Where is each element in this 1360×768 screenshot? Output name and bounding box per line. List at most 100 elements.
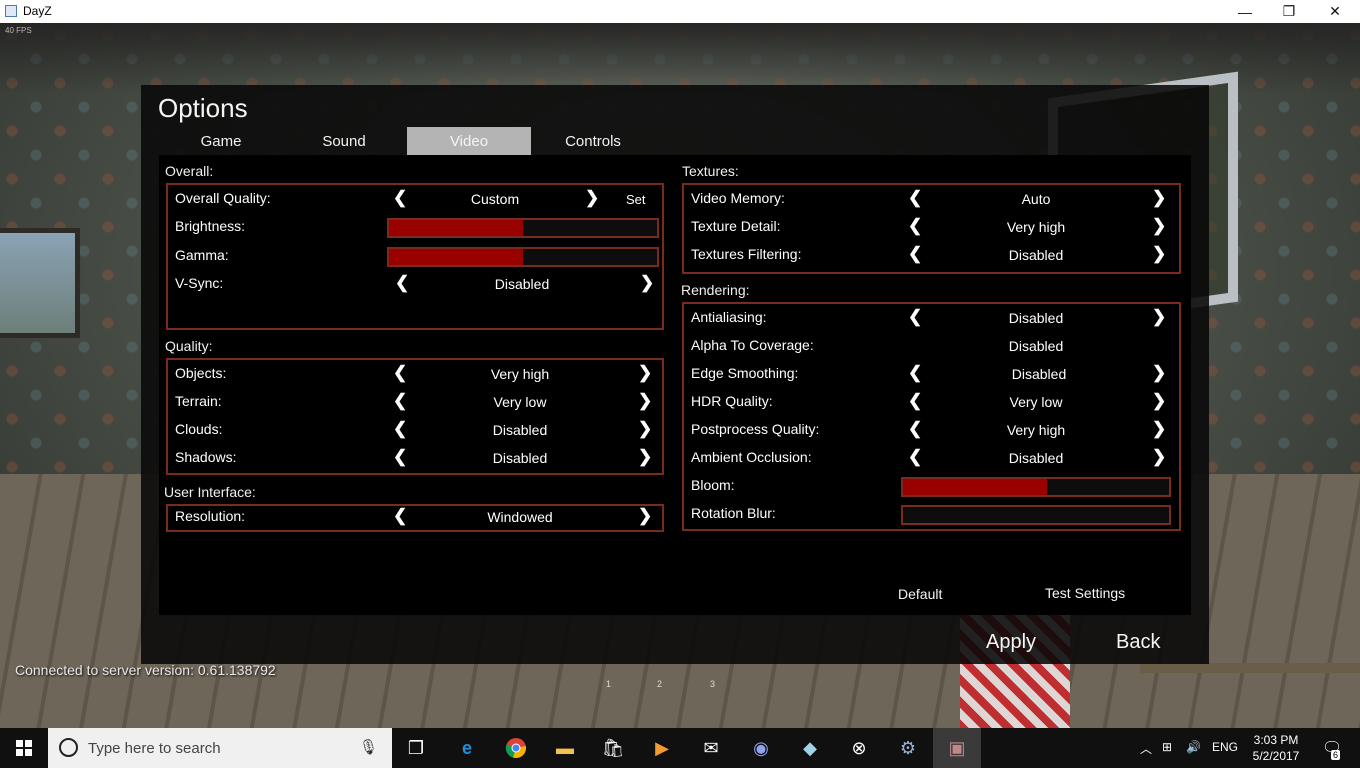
default-button[interactable]: Default (898, 586, 942, 602)
taskbar: Type here to search 🎙 ❐ e ▬ 🛍 ▶ ✉ ◉ ◆ ⊗ … (0, 728, 1360, 768)
chevron-left-icon[interactable]: ❮ (908, 419, 922, 439)
network-icon[interactable]: ⊞ (1162, 740, 1172, 754)
slider-fill (389, 220, 523, 236)
chevron-left-icon[interactable]: ❮ (393, 419, 407, 439)
taskbar-search[interactable]: Type here to search 🎙 (48, 728, 392, 768)
section-user-interface: User Interface: (164, 484, 256, 500)
chevron-right-icon[interactable]: ❯ (1152, 216, 1166, 236)
set-button[interactable]: Set (626, 192, 646, 207)
objects-value: Very high (490, 366, 550, 382)
textures-filtering-row: Textures Filtering: ❮ Disabled ❯ (684, 241, 1179, 269)
edge-smoothing-label: Edge Smoothing: (691, 365, 799, 381)
slider-fill (389, 249, 523, 265)
bloom-slider[interactable] (901, 477, 1171, 497)
chevron-left-icon[interactable]: ❮ (908, 188, 922, 208)
tab-controls[interactable]: Controls (531, 127, 655, 155)
chevron-left-icon[interactable]: ❮ (908, 391, 922, 411)
notes-app-icon[interactable]: ◆ (786, 728, 834, 768)
gamma-row: Gamma: (168, 242, 662, 270)
alpha-coverage-label: Alpha To Coverage: (691, 337, 814, 353)
terrain-value: Very low (493, 394, 547, 410)
options-dialog: Options Game Sound Video Controls Overal… (141, 85, 1209, 664)
chrome-logo (505, 738, 526, 758)
start-button[interactable] (0, 728, 48, 768)
chevron-right-icon[interactable]: ❯ (585, 188, 599, 208)
edge-icon[interactable]: e (443, 728, 491, 768)
discord-icon[interactable]: ◉ (737, 728, 785, 768)
chevron-left-icon[interactable]: ❮ (393, 391, 407, 411)
media-player-icon[interactable]: ▶ (638, 728, 686, 768)
chevron-right-icon[interactable]: ❯ (1152, 419, 1166, 439)
mail-icon[interactable]: ✉ (687, 728, 735, 768)
clock-time: 3:03 PM (1253, 733, 1299, 747)
chevron-right-icon[interactable]: ❯ (640, 273, 654, 293)
textures-filtering-value: Disabled (1008, 247, 1064, 263)
taskbar-clock[interactable]: 3:03 PM 5/2/2017 (1244, 732, 1308, 764)
section-rendering: Rendering: (681, 282, 750, 298)
gamma-slider[interactable] (387, 247, 659, 267)
test-settings-button[interactable]: Test Settings (1045, 585, 1125, 601)
chevron-right-icon[interactable]: ❯ (638, 447, 652, 467)
chevron-left-icon[interactable]: ❮ (908, 307, 922, 327)
video-memory-label: Video Memory: (691, 190, 785, 206)
minimize-button[interactable]: — (1222, 0, 1268, 23)
chevron-right-icon[interactable]: ❯ (638, 419, 652, 439)
chevron-left-icon[interactable]: ❮ (908, 216, 922, 236)
microphone-icon[interactable]: 🎙 (359, 738, 378, 756)
rotation-blur-slider[interactable] (901, 505, 1171, 525)
clouds-value: Disabled (492, 422, 548, 438)
chevron-left-icon[interactable]: ❮ (395, 273, 409, 293)
vsync-label: V-Sync: (175, 275, 224, 291)
chevron-left-icon[interactable]: ❮ (393, 363, 407, 383)
textures-group: Video Memory: ❮ Auto ❯ Texture Detail: ❮… (682, 183, 1181, 274)
overall-quality-label: Overall Quality: (175, 190, 271, 206)
textures-filtering-label: Textures Filtering: (691, 246, 802, 262)
server-version: Connected to server version: 0.61.138792 (15, 662, 276, 678)
chevron-right-icon[interactable]: ❯ (638, 391, 652, 411)
chevron-right-icon[interactable]: ❯ (1152, 363, 1166, 383)
brightness-slider[interactable] (387, 218, 659, 238)
dayz-taskbar-icon[interactable]: ▣ (933, 728, 981, 768)
section-quality: Quality: (165, 338, 213, 354)
chevron-left-icon[interactable]: ❮ (908, 363, 922, 383)
chevron-right-icon[interactable]: ❯ (1152, 244, 1166, 264)
file-explorer-icon[interactable]: ▬ (541, 728, 589, 768)
ui-group: Resolution: ❮ Windowed ❯ (166, 504, 664, 532)
tab-sound[interactable]: Sound (282, 127, 406, 155)
chevron-right-icon[interactable]: ❯ (1152, 391, 1166, 411)
clock-date: 5/2/2017 (1252, 749, 1300, 763)
tab-video[interactable]: Video (407, 127, 531, 155)
cortana-icon (59, 738, 78, 757)
chevron-left-icon[interactable]: ❮ (908, 447, 922, 467)
xbox-icon[interactable]: ⊗ (835, 728, 883, 768)
overall-quality-row: Overall Quality: ❮ Custom ❯ Set (168, 185, 662, 213)
chevron-right-icon[interactable]: ❯ (1152, 307, 1166, 327)
close-button[interactable]: ✕ (1312, 0, 1358, 23)
chevron-right-icon[interactable]: ❯ (638, 506, 652, 526)
chevron-left-icon[interactable]: ❮ (908, 244, 922, 264)
chevron-left-icon[interactable]: ❮ (393, 506, 407, 526)
antialiasing-value: Disabled (1008, 310, 1064, 326)
language-indicator[interactable]: ENG (1212, 740, 1238, 754)
section-overall: Overall: (165, 163, 214, 179)
volume-icon[interactable]: 🔊 (1186, 740, 1201, 754)
chevron-right-icon[interactable]: ❯ (638, 363, 652, 383)
chevron-right-icon[interactable]: ❯ (1152, 188, 1166, 208)
terrain-label: Terrain: (175, 393, 222, 409)
maximize-button[interactable]: ❐ (1266, 0, 1312, 23)
store-icon[interactable]: 🛍 (589, 728, 637, 768)
chevron-right-icon[interactable]: ❯ (1152, 447, 1166, 467)
rotation-blur-row: Rotation Blur: (684, 500, 1179, 528)
tab-game[interactable]: Game (159, 127, 283, 155)
task-view-icon[interactable]: ❐ (392, 728, 440, 768)
chevron-left-icon[interactable]: ❮ (393, 447, 407, 467)
apply-button[interactable]: Apply (986, 631, 1036, 654)
terrain-row: Terrain: ❮ Very low ❯ (168, 388, 662, 416)
steam-icon[interactable]: ⚙ (884, 728, 932, 768)
chrome-icon[interactable] (492, 728, 540, 768)
back-button[interactable]: Back (1116, 631, 1160, 654)
app-icon (5, 5, 17, 17)
video-memory-value: Auto (1021, 191, 1051, 207)
hdr-quality-row: HDR Quality: ❮ Very low ❯ (684, 388, 1179, 416)
chevron-up-icon[interactable]: ︿ (1140, 740, 1152, 757)
